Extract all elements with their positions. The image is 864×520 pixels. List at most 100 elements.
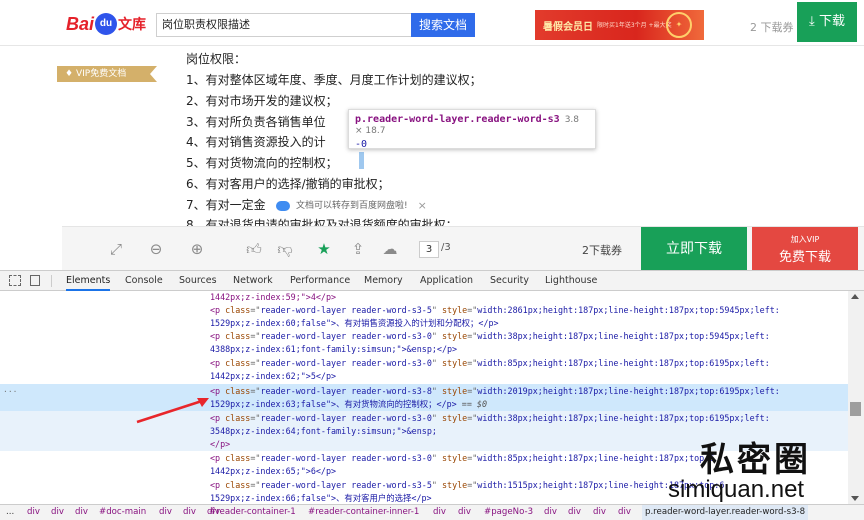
breadcrumb-item[interactable]: div (458, 505, 471, 520)
ad-seal-icon: ✦ (666, 12, 692, 38)
share-icon[interactable]: ⇪ (348, 239, 368, 259)
style-value: width:38px;height:187px;line-height:187p… (477, 413, 770, 423)
doc-line: 8、有对退货申请的审批权及对退货额度的审批权； (186, 218, 458, 226)
watermark-cn: 私密圈 (700, 440, 811, 480)
diamond-icon: ♦ (65, 69, 74, 79)
style-value: width:85px;height:187px;line-height:187p… (477, 358, 770, 368)
doc-line: 4、有对销售资源投入的计 (186, 135, 326, 149)
toolbar-divider (51, 275, 52, 287)
code-line[interactable]: <p class="reader-word-layer reader-word-… (210, 330, 770, 343)
page-number-input[interactable]: 3 (419, 241, 439, 258)
devtools-tabbar: Elements Console Sources Network Perform… (0, 270, 864, 291)
watermark-en: simiquan.net (668, 476, 805, 503)
close-icon[interactable]: × (418, 196, 427, 216)
code-line-cont[interactable]: 1442px;z-index:65;">6</p> (210, 465, 336, 478)
inspect-element-icon[interactable] (9, 275, 21, 286)
tab-console[interactable]: Console (125, 271, 163, 291)
style-value: width:85px;height:187px;line-height:187p… (477, 453, 715, 463)
zoom-out-icon[interactable]: ⊖ (146, 239, 166, 259)
code-line[interactable]: <p class="reader-word-layer reader-word-… (210, 452, 714, 465)
breadcrumb-item[interactable]: div (75, 505, 88, 520)
thumb-up-icon[interactable]: 👍︎ (244, 239, 264, 259)
tab-lighthouse[interactable]: Lighthouse (545, 271, 597, 291)
star-icon[interactable]: ★ (314, 239, 334, 259)
code-fragment: 4388px;z-index:61;font-family:simsun;">&… (210, 344, 458, 354)
class-value: reader-word-layer reader-word-s3-0 (260, 331, 432, 341)
breadcrumb-item[interactable]: div (618, 505, 631, 520)
cloud-icon (276, 201, 290, 211)
download-label: 下载 (818, 14, 845, 29)
search-input[interactable]: 岗位职责权限描述 (156, 13, 411, 37)
thumb-down-icon[interactable]: 👎︎ (275, 239, 295, 259)
download-button[interactable]: ⤓ 下载 (797, 2, 857, 42)
code-line-cont[interactable]: 3548px;z-index:64;font-family:simsun;">&… (210, 425, 437, 438)
code-fragment: 3548px;z-index:64;font-family:simsun;">&… (210, 426, 437, 436)
join-vip-button[interactable]: 加入VIP 免费下载 (752, 227, 858, 271)
scroll-thumb[interactable] (850, 402, 861, 416)
zoom-in-icon[interactable]: ⊕ (187, 239, 207, 259)
breadcrumb-item[interactable]: #reader-container-1 (209, 505, 296, 520)
tab-memory[interactable]: Memory (364, 271, 403, 291)
breadcrumb-item[interactable]: #doc-main (99, 505, 146, 520)
netdisk-tip-text: 文档可以转存到百度网盘啦! (296, 201, 408, 211)
doc-line: 3、有对所负责各销售单位 (186, 115, 326, 129)
tab-network[interactable]: Network (233, 271, 273, 291)
code-fragment: 1529px;z-index:66;false">、有对客用户的选择</p> (210, 493, 432, 503)
breadcrumb-item[interactable]: div (544, 505, 557, 520)
code-line-cont[interactable]: 4388px;z-index:61;font-family:simsun;">&… (210, 343, 457, 356)
code-line[interactable]: <p class="reader-word-layer reader-word-… (210, 479, 724, 492)
breadcrumb-item[interactable]: div (159, 505, 172, 520)
elements-scrollbar[interactable] (848, 291, 864, 504)
code-line[interactable]: <p class="reader-word-layer reader-word-… (210, 357, 770, 370)
ad-title: 暑假会员日 (543, 22, 593, 33)
code-line[interactable]: 1442px;z-index:59;">4</p> (210, 291, 336, 304)
dom-breadcrumb: ... div div div #doc-main div div div #r… (0, 504, 864, 520)
tab-elements[interactable]: Elements (66, 271, 111, 291)
tab-application[interactable]: Application (420, 271, 473, 291)
code-line-cont[interactable]: 1529px;z-index:66;false">、有对客用户的选择</p> (210, 492, 432, 504)
code-line[interactable]: <p class="reader-word-layer reader-word-… (210, 304, 780, 317)
style-value: width:2861px;height:187px;line-height:18… (477, 305, 780, 315)
class-value: reader-word-layer reader-word-s3-0 (260, 358, 432, 368)
code-line-selected[interactable]: <p class="reader-word-layer reader-word-… (210, 385, 780, 398)
tab-security[interactable]: Security (490, 271, 529, 291)
console-ref: == $0 (461, 399, 487, 409)
breadcrumb-item[interactable]: div (183, 505, 196, 520)
scroll-down-icon[interactable] (851, 496, 859, 501)
code-line-cont[interactable]: 1442px;z-index:62;">5</p> (210, 370, 336, 383)
breadcrumb-item[interactable]: div (433, 505, 446, 520)
code-line-close[interactable]: </p> (210, 438, 230, 451)
search-button[interactable]: 搜索文档 (411, 13, 475, 37)
device-toggle-icon[interactable] (30, 275, 40, 286)
code-fragment: 1529px;z-index:63;false">、有对货物流向的控制权；</p… (210, 399, 457, 409)
breadcrumb-item[interactable]: div (593, 505, 606, 520)
node-ellipsis[interactable]: ... (3, 385, 17, 394)
netdisk-tip: 文档可以转存到百度网盘啦! × (270, 196, 445, 216)
download-now-button[interactable]: 立即下载 (641, 227, 747, 271)
breadcrumb-item[interactable]: ... (6, 505, 14, 520)
tab-performance[interactable]: Performance (290, 271, 350, 291)
inspect-tooltip: p.reader-word-layer.reader-word-s3 3.8 × … (348, 109, 596, 150)
code-line-cont[interactable]: 1529px;z-index:63;false">、有对货物流向的控制权；</p… (210, 398, 487, 411)
page-root: Bai du 文库 岗位职责权限描述 搜索文档 暑假会员日 限时买1年送3个月 … (0, 0, 864, 520)
fullscreen-icon[interactable]: ⤢ (106, 239, 126, 259)
scroll-up-icon[interactable] (851, 294, 859, 299)
tooltip-selector: p.reader-word-layer.reader-word-s3 (355, 114, 560, 125)
doc-line: 5、有对货物流向的控制权； (186, 156, 338, 170)
breadcrumb-item[interactable]: div (568, 505, 581, 520)
class-value: reader-word-layer reader-word-s3-8 (260, 386, 432, 396)
breadcrumb-item-current[interactable]: p.reader-word-layer.reader-word-s3-8 (642, 505, 809, 520)
tab-sources[interactable]: Sources (179, 271, 217, 291)
ad-banner[interactable]: 暑假会员日 限时买1年送3个月 +最大奖 ✦ (535, 10, 704, 40)
breadcrumb-item[interactable]: div (27, 505, 40, 520)
baidu-wenku-logo[interactable]: Bai du 文库 (66, 11, 146, 37)
breadcrumb-item[interactable]: #pageNo-3 (484, 505, 533, 520)
baidu-pan-icon[interactable]: ☁ (380, 239, 400, 259)
doc-line: 7、有对一定金 (186, 198, 266, 212)
code-line-cont[interactable]: 1529px;z-index:60;false">、有对销售资源投入的计划和分配… (210, 317, 499, 330)
download-icon: ⤓ (809, 14, 815, 29)
breadcrumb-item[interactable]: div (51, 505, 64, 520)
breadcrumb-item[interactable]: #reader-container-inner-1 (308, 505, 419, 520)
code-line[interactable]: <p class="reader-word-layer reader-word-… (210, 412, 770, 425)
style-value: width:2019px;height:187px;line-height:18… (477, 386, 780, 396)
